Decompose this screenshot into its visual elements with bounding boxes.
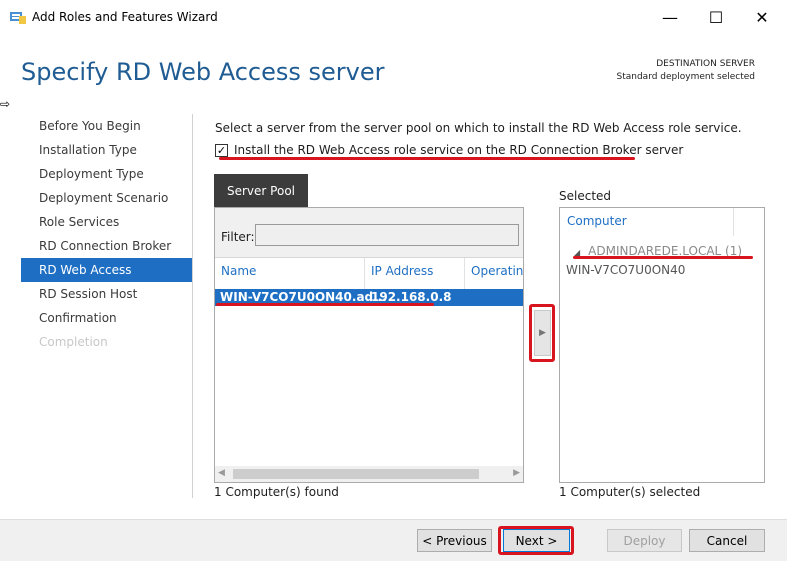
pool-count-text: 1 Computer(s) found <box>214 485 339 499</box>
nav-item-rd-connection-broker[interactable]: RD Connection Broker <box>21 234 193 258</box>
nav-item-rd-session-host[interactable]: RD Session Host <box>21 282 193 306</box>
install-on-broker-checkbox[interactable]: ✓ <box>215 143 228 157</box>
filter-input[interactable] <box>255 224 519 246</box>
install-on-broker-option[interactable]: ✓ Install the RD Web Access role service… <box>215 143 683 157</box>
nav-item-role-services[interactable]: Role Services <box>21 210 193 234</box>
previous-button[interactable]: < Previous <box>417 529 492 552</box>
annotation-underline-group <box>573 256 753 259</box>
intro-text: Select a server from the server pool on … <box>215 121 742 135</box>
window-title: Add Roles and Features Wizard <box>32 10 218 24</box>
destination-server-value: Standard deployment selected <box>616 72 756 82</box>
nav-divider <box>192 114 193 498</box>
nav-item-confirmation[interactable]: Confirmation <box>21 306 193 330</box>
annotation-underline-server-row <box>216 303 434 306</box>
maximize-icon[interactable]: ☐ <box>693 0 739 34</box>
filter-label: Filter: <box>221 230 255 244</box>
selected-label: Selected <box>559 189 612 203</box>
minimize-icon[interactable]: — <box>647 0 693 34</box>
annotation-underline-checkbox <box>219 157 635 160</box>
column-header-operating-system[interactable]: Operating <box>465 258 523 290</box>
server-name-cell: WIN-V7CO7U0ON40.ad... <box>220 290 387 304</box>
cancel-button[interactable]: Cancel <box>689 529 765 552</box>
selected-count-text: 1 Computer(s) selected <box>559 485 701 499</box>
horizontal-scrollbar[interactable]: ◀ ▶ <box>215 466 523 482</box>
column-header-ip-address[interactable]: IP Address <box>365 258 465 290</box>
scroll-left-icon[interactable]: ◀ <box>218 468 225 478</box>
selected-panel: Computer ◢ ADMINDAREDE.LOCAL (1) WIN-V7CO… <box>559 207 765 483</box>
wizard-steps-nav: Before You Begin Installation Type Deplo… <box>21 114 193 354</box>
server-manager-icon <box>10 10 26 24</box>
filter-row: Filter: <box>215 208 523 258</box>
server-pool-panel: Filter: Name IP Address Operating WIN-V7… <box>214 207 524 483</box>
column-header-name[interactable]: Name <box>215 258 365 290</box>
column-header-computer[interactable]: Computer <box>560 208 734 236</box>
list-item[interactable]: WIN-V7CO7U0ON40 <box>566 263 685 277</box>
annotation-box-next-button <box>498 526 574 555</box>
mouse-cursor-icon: ⇨ <box>0 97 11 111</box>
scrollbar-thumb[interactable] <box>233 469 479 479</box>
nav-item-deployment-scenario[interactable]: Deployment Scenario <box>21 186 193 210</box>
destination-server-label: DESTINATION SERVER <box>656 59 755 69</box>
annotation-box-move-button <box>529 304 555 362</box>
tab-server-pool[interactable]: Server Pool <box>214 174 308 207</box>
title-bar: Add Roles and Features Wizard — ☐ ✕ <box>0 0 787 34</box>
scroll-right-icon[interactable]: ▶ <box>513 468 520 478</box>
deploy-button: Deploy <box>607 529 682 552</box>
page-title: Specify RD Web Access server <box>21 58 385 86</box>
close-icon[interactable]: ✕ <box>739 0 785 34</box>
nav-item-rd-web-access[interactable]: RD Web Access <box>21 258 193 282</box>
nav-item-deployment-type[interactable]: Deployment Type <box>21 162 193 186</box>
nav-item-completion: Completion <box>39 335 108 349</box>
install-on-broker-label[interactable]: Install the RD Web Access role service o… <box>234 143 683 157</box>
nav-item-installation-type[interactable]: Installation Type <box>21 138 193 162</box>
server-ip-cell: 192.168.0.8 <box>371 290 452 304</box>
nav-item-before-you-begin[interactable]: Before You Begin <box>21 114 193 138</box>
